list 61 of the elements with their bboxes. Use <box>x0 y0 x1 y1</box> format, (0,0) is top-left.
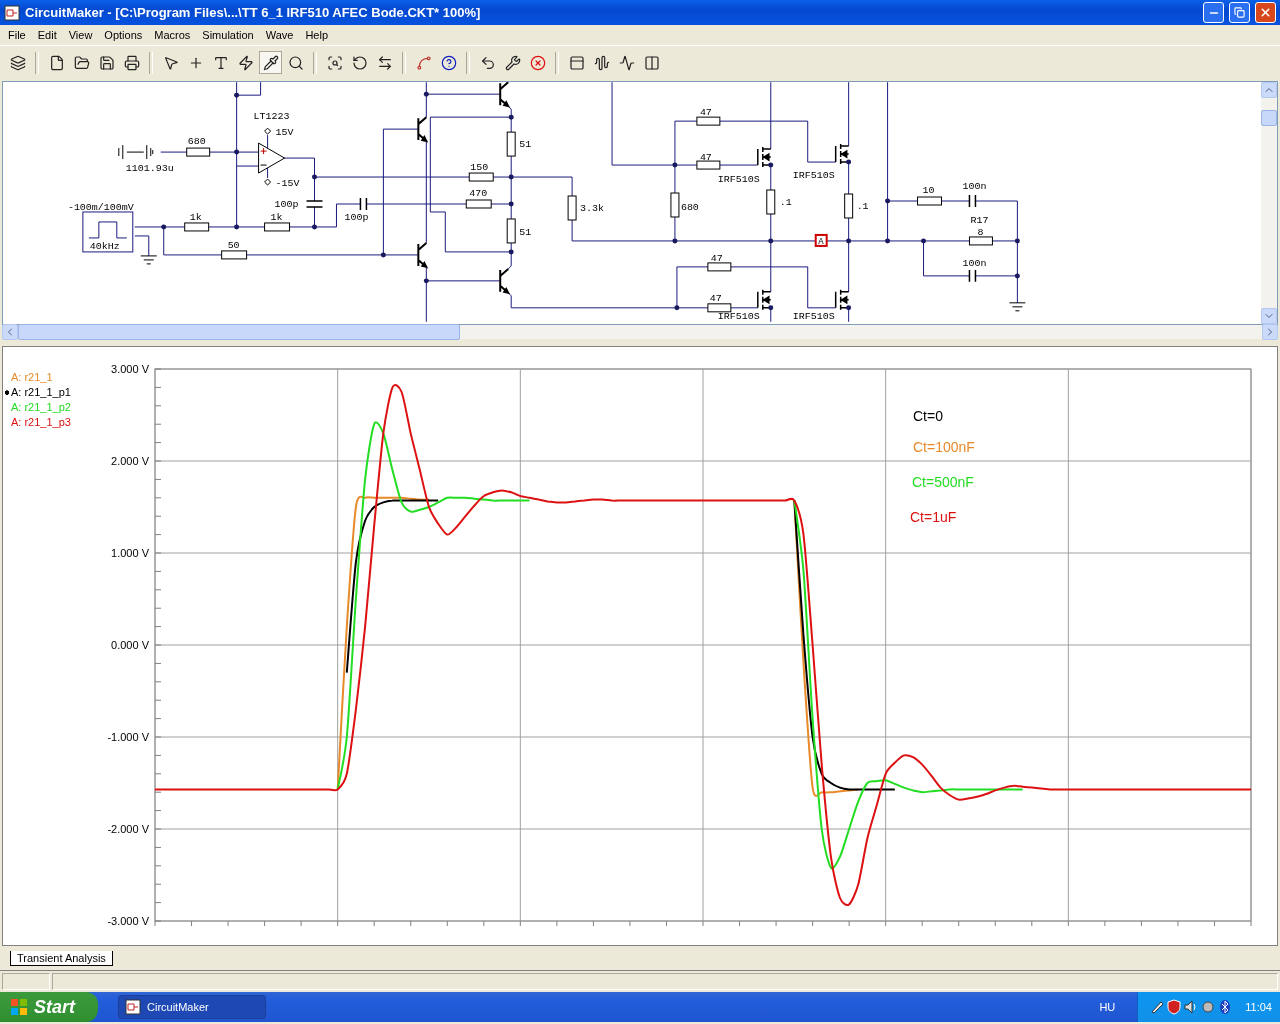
component-label: 47 <box>709 292 722 304</box>
trace-label[interactable]: A: r21_1_p1 <box>5 385 71 398</box>
component-label: .1 <box>856 201 869 212</box>
component-label: -15V <box>275 178 300 190</box>
menu-item[interactable]: Help <box>299 29 335 41</box>
window-title: CircuitMaker - [C:\Program Files\...\TT 6_1 IRF510 AFEC Bode.CKT* 100%] <box>25 5 482 20</box>
component-label: 50 <box>227 239 240 251</box>
component-label: IRF510S <box>792 310 835 322</box>
menu-item[interactable]: Edit <box>31 29 63 41</box>
component-label: 3.3k <box>580 203 604 214</box>
component-label: IRF510S <box>717 310 760 322</box>
component-label: 470 <box>469 188 488 199</box>
analysis-tab[interactable]: Transient Analysis <box>10 951 113 966</box>
annotation-label: Ct=500nF <box>912 474 974 490</box>
component-label: 8 <box>977 226 984 238</box>
component-label: 100n <box>962 257 987 269</box>
trace-label[interactable]: A: r21_1_p3 <box>5 415 71 428</box>
component-label: 47 <box>710 252 723 264</box>
menu-item[interactable]: Wave <box>259 29 300 41</box>
menu-item[interactable]: Options <box>98 29 149 41</box>
component-label: 40kHz <box>89 240 120 252</box>
axis-tick-label: -3.000 V <box>107 915 149 927</box>
probe-marker: A <box>814 233 828 247</box>
component-label: 1101.93u <box>125 163 174 175</box>
component-label: 680 <box>187 136 206 148</box>
component-label: 51 <box>519 226 532 238</box>
component-label: -100m/100mV <box>67 202 134 213</box>
component-label: 47 <box>699 152 712 164</box>
clock: 11:04 <box>1245 1001 1272 1013</box>
component-label: IRF510S <box>792 170 835 182</box>
annotation-label: Ct=0 <box>913 408 943 424</box>
menu-item[interactable]: Macros <box>148 29 197 41</box>
component-label: 680 <box>680 202 699 213</box>
language-indicator[interactable]: HU <box>1099 1001 1116 1013</box>
axis-tick-label: 2.000 V <box>111 455 149 467</box>
component-label: 51 <box>519 139 532 151</box>
taskbar-button[interactable]: CircuitMaker <box>118 995 266 1019</box>
axis-tick-label: 3.000 V <box>111 363 149 375</box>
menu-item[interactable]: View <box>62 29 99 41</box>
start-button[interactable]: Start <box>0 992 98 1022</box>
component-label: 10 <box>922 185 935 196</box>
component-label: IRF510S <box>717 174 760 186</box>
component-label: R17 <box>970 214 989 226</box>
axis-tick-label: -2.000 V <box>107 823 149 835</box>
component-label: 1k <box>189 211 202 223</box>
axis-tick-label: 1.000 V <box>111 547 149 559</box>
component-label: 15V <box>275 127 294 139</box>
component-label: 100n <box>962 181 987 192</box>
annotation-label: Ct=100nF <box>913 439 975 455</box>
component-label: .1 <box>779 197 792 208</box>
menu-item[interactable]: File <box>2 29 32 41</box>
axis-tick-label: -1.000 V <box>107 731 149 743</box>
axis-tick-label: 0.000 V <box>111 639 149 651</box>
component-label: 100p <box>344 211 369 223</box>
component-label: 47 <box>699 107 712 119</box>
component-label: 100p <box>274 199 299 210</box>
annotation-label: Ct=1uF <box>910 509 957 525</box>
component-label: 1k <box>270 211 283 223</box>
component-label: 150 <box>470 162 489 174</box>
component-label: LT1223 <box>253 111 290 123</box>
menu-item[interactable]: Simulation <box>196 29 260 41</box>
